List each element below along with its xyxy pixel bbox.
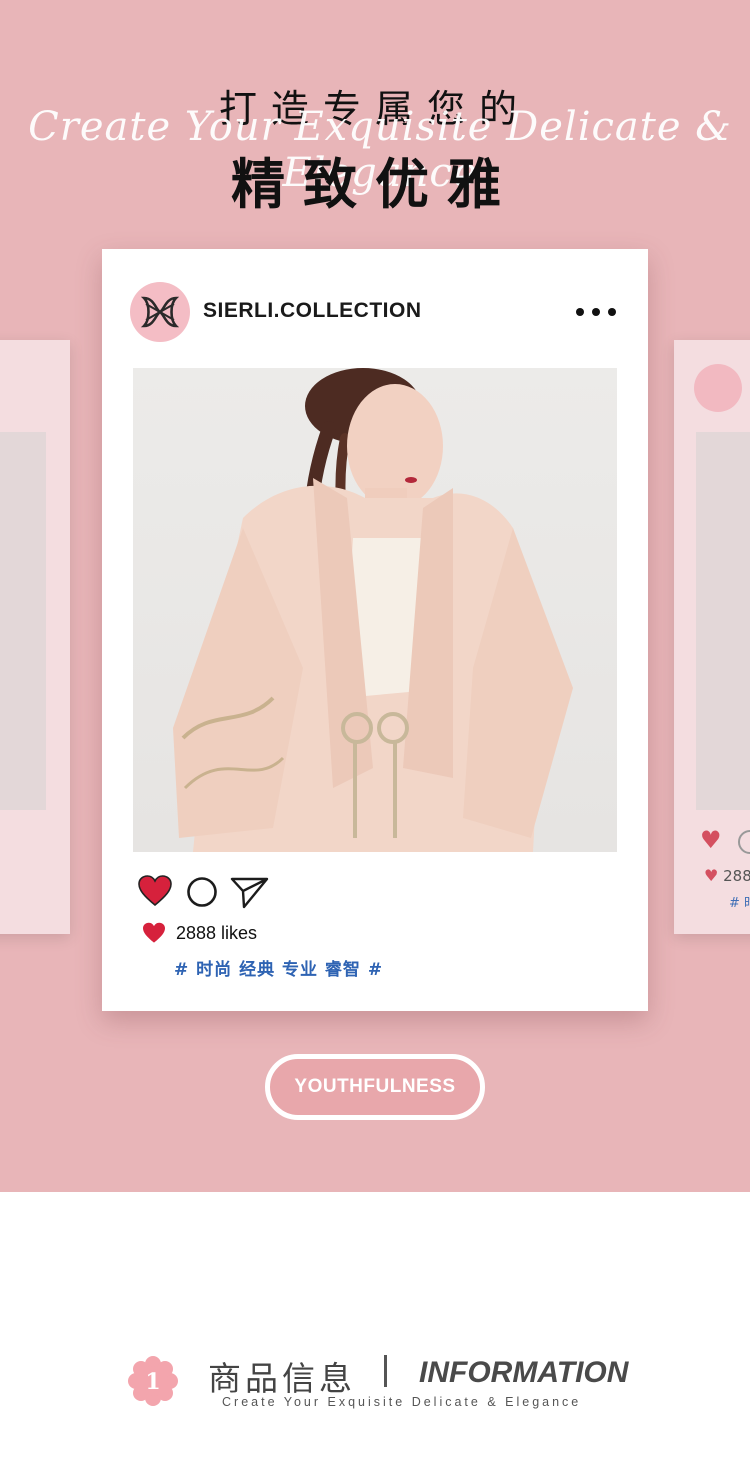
info-subtitle: Create Your Exquisite Delicate & Eleganc… [222,1395,582,1409]
youthfulness-button[interactable]: YOUTHFULNESS [265,1054,485,1120]
likes-heart-icon [143,922,165,943]
side-card-likes: ♥ 288 [704,866,750,885]
post-hashtags[interactable]: # 时尚 经典 专业 睿智 # [174,955,383,980]
side-card-likes-text: 288 [723,867,750,885]
side-card-tag: # 时 [729,896,750,911]
hero-section: 打造专属您的 Create Your Exquisite Delicate & … [0,0,750,1192]
dot [576,308,584,316]
side-card-left [0,340,70,934]
dot [608,308,616,316]
heading-large: 精致优雅 [231,153,519,216]
dot [592,308,600,316]
model-illustration [173,368,573,852]
side-card-comment-icon [738,830,750,854]
post-photo[interactable] [133,368,617,852]
info-title-cn: 商品信息 [208,1359,356,1398]
heart-icon[interactable] [138,875,172,911]
brand-logo-icon [140,296,180,328]
side-card-right: ♥ ♥ 288 # 时 [674,340,750,934]
badge-number: 1 [145,1369,160,1395]
more-options-icon[interactable] [576,305,616,319]
avatar[interactable] [130,282,190,342]
post-card: SIERLI.COLLECTION 2888 likes # 时尚 经典 专业 … [102,249,648,1011]
likes-count[interactable]: 2888 likes [176,923,257,944]
likes-row: 2888 likes [142,921,257,945]
side-card-small-heart-icon: ♥ [704,866,719,885]
side-card-right-image [696,432,750,810]
info-title-en: INFORMATION [419,1356,629,1389]
side-card-left-image [0,432,46,810]
post-username[interactable]: SIERLI.COLLECTION [203,299,422,323]
side-card-avatar [694,364,742,412]
info-divider [384,1355,387,1387]
flower-badge-icon: 1 [128,1356,178,1406]
post-actions [138,875,338,909]
share-icon[interactable] [230,875,270,913]
side-card-heart-icon: ♥ [700,826,722,854]
comment-icon[interactable] [186,876,218,912]
